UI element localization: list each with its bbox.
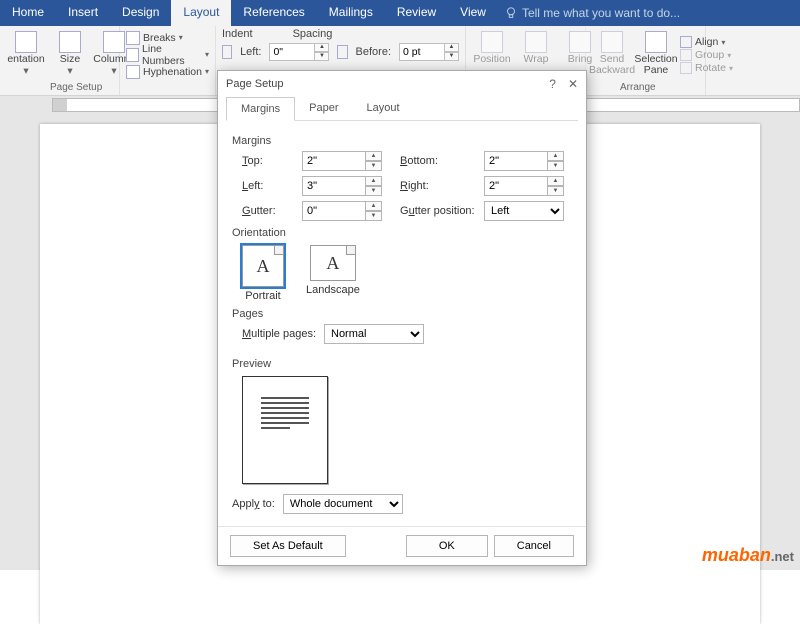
dialog-tabs: Margins Paper Layout [226,97,578,121]
gutter-position-select[interactable]: Left [484,201,564,221]
landscape-icon: A [310,245,356,281]
indent-left-icon [222,45,232,59]
gutter-input[interactable]: ▲▼ [302,201,392,221]
spacing-before-spinner[interactable]: ▲▼ [399,43,459,61]
lightbulb-icon [504,6,518,20]
portrait-option[interactable]: A Portrait [242,245,284,302]
multiple-pages-select[interactable]: Normal [324,324,424,344]
gutter-position-label: Gutter position: [400,205,476,217]
spacing-before-label: Before: [356,46,391,58]
page-setup-group-label: Page Setup [50,82,102,93]
dialog-tab-paper[interactable]: Paper [295,97,352,120]
wrap-text-button[interactable]: Wrap [516,29,556,67]
position-icon [481,31,503,53]
margin-right-label: Right: [400,180,476,192]
tab-design[interactable]: Design [110,0,171,26]
tab-layout[interactable]: Layout [171,0,231,26]
page-setup-dialog: Page Setup ? ✕ Margins Paper Layout Marg… [217,70,587,566]
group-icon [680,49,692,61]
line-numbers-button[interactable]: Line Numbers▾ [126,46,209,63]
help-button[interactable]: ? [549,77,556,91]
gutter-label: Gutter: [242,205,294,217]
tab-mailings[interactable]: Mailings [317,0,385,26]
rotate-icon [680,62,692,74]
tell-me-placeholder: Tell me what you want to do... [522,6,680,20]
margins-section-label: Margins [232,135,572,147]
multiple-pages-label: Multiple pages: [242,328,316,340]
ok-button[interactable]: OK [406,535,488,557]
portrait-label: Portrait [245,290,280,302]
selection-pane-icon [645,31,667,53]
orientation-section-label: Orientation [232,227,572,239]
cancel-button[interactable]: Cancel [494,535,574,557]
margin-bottom-label: Bottom: [400,155,476,167]
align-button[interactable]: Align▾ [680,36,733,48]
align-icon [680,36,692,48]
hyphenation-icon [126,65,140,79]
tab-insert[interactable]: Insert [56,0,110,26]
preview-section-label: Preview [232,358,572,370]
margin-top-label: Top: [242,155,294,167]
tab-review[interactable]: Review [385,0,448,26]
wrap-icon [525,31,547,53]
rotate-button[interactable]: Rotate▾ [680,62,733,74]
group-button[interactable]: Group▾ [680,49,733,61]
dialog-title: Page Setup [226,78,284,90]
bring-icon [569,31,591,53]
position-button[interactable]: Position [472,29,512,67]
pages-section-label: Pages [232,308,572,320]
margin-left-input[interactable]: ▲▼ [302,176,392,196]
spacing-label: Spacing [293,28,333,40]
size-icon [59,31,81,53]
hyphenation-button[interactable]: Hyphenation▾ [126,63,209,80]
close-button[interactable]: ✕ [568,77,578,91]
dialog-tab-layout[interactable]: Layout [352,97,413,120]
margin-left-label: Left: [242,180,294,192]
set-as-default-button[interactable]: Set As Default [230,535,346,557]
tab-references[interactable]: References [231,0,316,26]
size-button[interactable]: Size▾ [50,29,90,79]
margin-top-input[interactable]: ▲▼ [302,151,392,171]
tab-home[interactable]: Home [0,0,56,26]
send-backward-button[interactable]: Send Backward [592,29,632,78]
apply-to-label: Apply to: [232,498,275,510]
indent-left-label: Left: [240,46,261,58]
tab-view[interactable]: View [448,0,498,26]
send-backward-icon [601,31,623,53]
arrange-group-label: Arrange [620,82,656,93]
orientation-icon [15,31,37,53]
indent-left-spinner[interactable]: ▲▼ [269,43,329,61]
landscape-option[interactable]: A Landscape [306,245,360,302]
orientation-button[interactable]: entation▾ [6,29,46,79]
portrait-icon: A [242,245,284,287]
margin-right-input[interactable]: ▲▼ [484,176,574,196]
line-numbers-icon [126,48,139,62]
dialog-titlebar: Page Setup ? ✕ [218,71,586,97]
indent-label: Indent [222,28,253,40]
breaks-icon [126,31,140,45]
dialog-tab-margins[interactable]: Margins [226,97,295,121]
apply-to-select[interactable]: Whole document [283,494,403,514]
landscape-label: Landscape [306,284,360,296]
watermark: muaban.net [702,545,794,566]
tell-me-search[interactable]: Tell me what you want to do... [504,0,680,26]
spacing-before-icon [337,45,347,59]
selection-pane-button[interactable]: Selection Pane [636,29,676,78]
margin-bottom-input[interactable]: ▲▼ [484,151,574,171]
preview-thumbnail [242,376,328,484]
menu-bar: Home Insert Design Layout References Mai… [0,0,800,26]
